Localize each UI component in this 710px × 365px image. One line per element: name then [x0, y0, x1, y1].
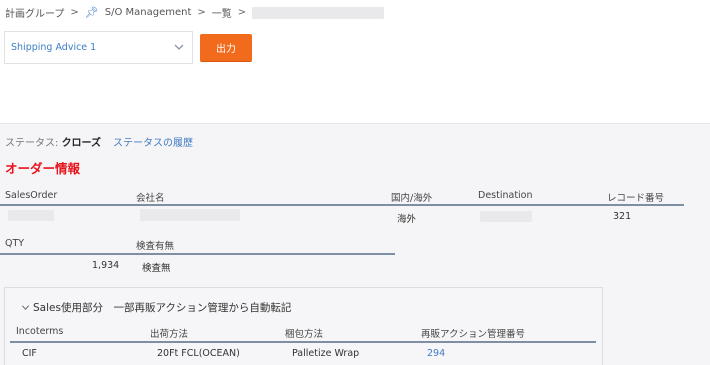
- chevron-down-icon: [174, 44, 184, 50]
- breadcrumb: 計画グループ > 📌︎ S/O Management > 一覧 >: [5, 5, 385, 20]
- status-text: ステータス: クローズ: [5, 134, 101, 149]
- packing-method-value: Palletize Wrap: [292, 348, 360, 359]
- redacted-record-name: [252, 6, 385, 19]
- domestic-overseas-label: 国内/海外: [391, 193, 433, 204]
- redacted-company: [140, 209, 240, 221]
- resale-action-no-link[interactable]: 294: [427, 348, 445, 359]
- incoterms-label: Incoterms: [16, 326, 64, 337]
- company-label: 会社名: [136, 193, 165, 204]
- breadcrumb-separator: >: [70, 7, 79, 18]
- chevron-down-icon: [21, 305, 30, 311]
- status-history-link[interactable]: ステータスの履歴: [113, 134, 193, 149]
- status-label: ステータス:: [5, 138, 59, 149]
- domestic-overseas-value: 海外: [397, 214, 417, 225]
- record-no-label: レコード番号: [607, 193, 665, 204]
- sales-order-label: SalesOrder: [5, 190, 58, 201]
- incoterms-value: CIF: [22, 348, 37, 359]
- redacted-sales-order: [8, 210, 54, 221]
- breadcrumb-management[interactable]: S/O Management: [105, 7, 192, 18]
- inspection-value: 検査無: [142, 263, 171, 274]
- print-template-value: Shipping Advice 1: [11, 42, 97, 53]
- breadcrumb-group[interactable]: 計画グループ: [5, 5, 64, 20]
- breadcrumb-list[interactable]: 一覧: [212, 5, 232, 20]
- header-divider: [10, 341, 596, 343]
- packing-method-label: 梱包方法: [285, 329, 324, 340]
- resale-action-no-label: 再販アクション管理番号: [421, 329, 526, 340]
- shipping-method-value: 20Ft FCL(OCEAN): [157, 348, 240, 359]
- output-button[interactable]: 出力: [200, 34, 252, 62]
- qty-value: 1,934: [92, 260, 120, 271]
- status-value: クローズ: [61, 138, 102, 149]
- breadcrumb-separator: >: [237, 7, 247, 18]
- qty-label: QTY: [5, 238, 25, 249]
- header-divider: [0, 253, 395, 255]
- shipping-method-label: 出荷方法: [150, 329, 189, 340]
- print-template-select[interactable]: Shipping Advice 1: [4, 31, 193, 64]
- sales-section-title: Sales使用部分 一部再販アクション管理から自動転記: [33, 302, 292, 314]
- pin-icon: 📌︎: [84, 6, 99, 19]
- record-no-value: 321: [613, 211, 632, 222]
- order-info-title: オーダー情報: [5, 161, 81, 176]
- redacted-destination: [480, 211, 532, 222]
- header-divider: [0, 204, 684, 206]
- inspection-label: 検査有無: [136, 241, 175, 252]
- destination-label: Destination: [478, 190, 533, 201]
- breadcrumb-separator: >: [197, 7, 206, 18]
- sales-section-toggle[interactable]: Sales使用部分 一部再販アクション管理から自動転記: [21, 300, 291, 315]
